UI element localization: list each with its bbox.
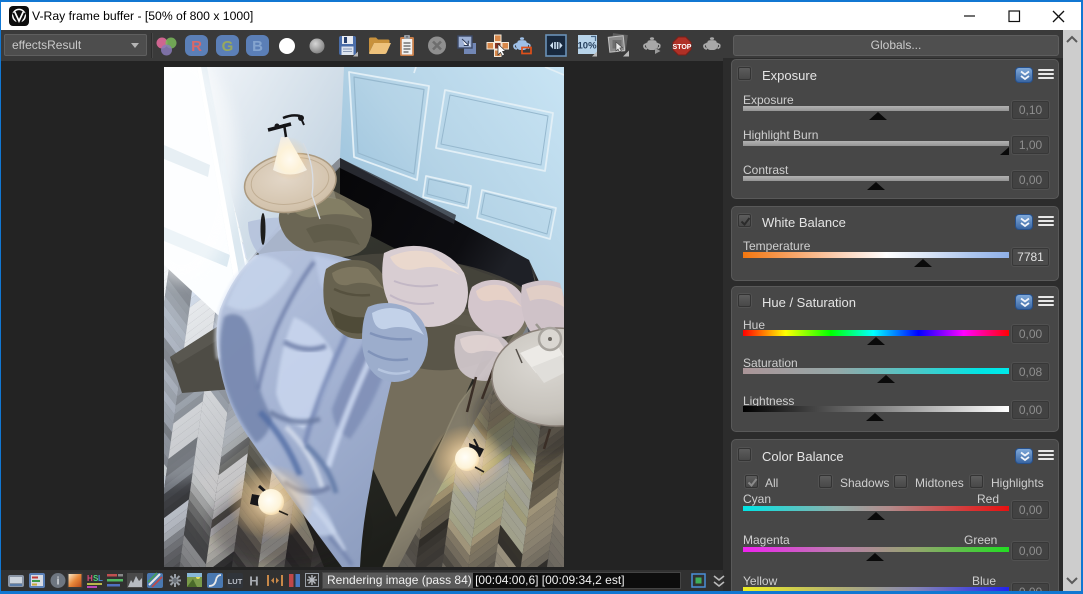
- svg-text:STOP: STOP: [673, 44, 692, 51]
- svg-text:10%: 10%: [577, 41, 597, 52]
- svg-text:B: B: [252, 38, 263, 55]
- svg-text:L: L: [98, 574, 103, 583]
- svg-text:i: i: [56, 576, 59, 588]
- svg-text:G: G: [222, 38, 234, 55]
- svg-text:LUT: LUT: [228, 577, 243, 586]
- svg-text:H: H: [249, 574, 258, 589]
- svg-text:R: R: [191, 38, 202, 55]
